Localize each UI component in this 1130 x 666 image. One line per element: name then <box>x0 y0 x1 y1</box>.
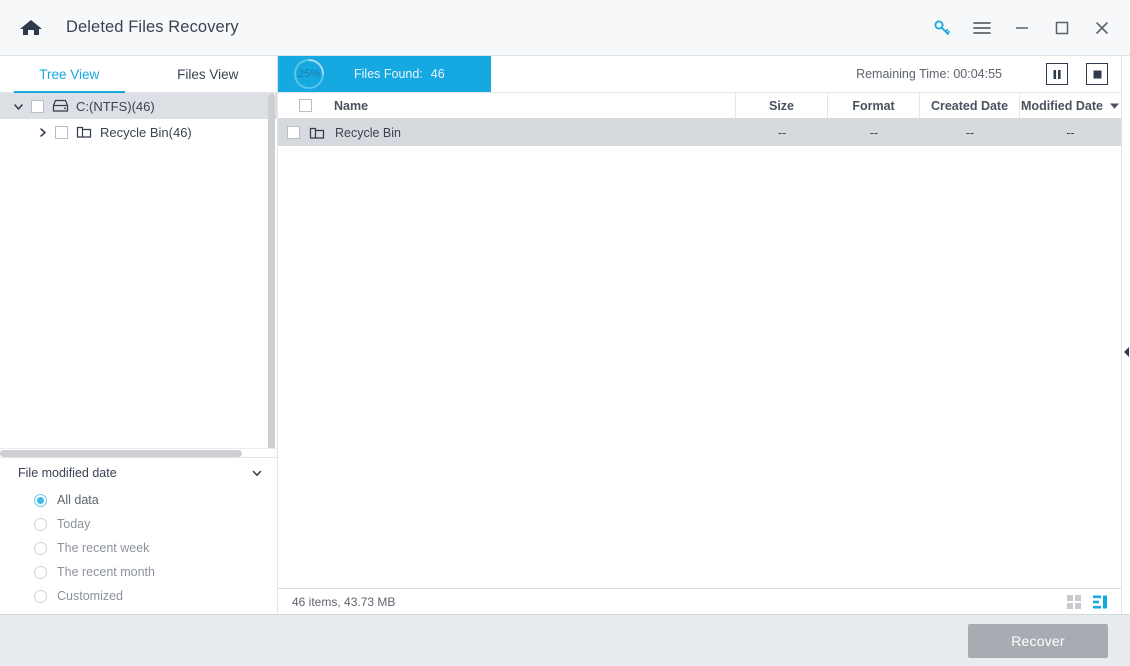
radio-customized[interactable] <box>34 589 47 603</box>
chevron-right-icon[interactable] <box>34 124 50 140</box>
tab-files-view-label: Files View <box>177 66 239 82</box>
filter-option-recent-month-label: The recent month <box>57 565 155 579</box>
column-header-created-date[interactable]: Created Date <box>920 93 1020 118</box>
filter-title: File modified date <box>18 466 117 480</box>
column-header-size-label: Size <box>768 98 794 113</box>
filter-option-recent-week-label: The recent week <box>57 541 150 555</box>
status-summary: 46 items, 43.73 MB <box>292 594 396 609</box>
page-title: Deleted Files Recovery <box>66 18 239 36</box>
tab-tree-view-label: Tree View <box>39 66 100 82</box>
main-pane: 25% Files Found: 46 Remaining Time: 00:04… <box>278 56 1121 614</box>
column-header-name-label: Name <box>334 98 369 113</box>
column-header-modified-date[interactable]: Modified Date <box>1020 93 1121 118</box>
tree-scroll-area[interactable]: C:(NTFS)(46) Recycle Bin(46) <box>0 93 277 448</box>
chevron-down-icon[interactable] <box>251 467 263 479</box>
cell-format: -- <box>869 125 879 140</box>
tree-item-drive-checkbox[interactable] <box>31 99 44 113</box>
scan-status-bar: 25% Files Found: 46 Remaining Time: 00:04… <box>278 56 1121 93</box>
maximize-icon[interactable] <box>1042 8 1082 48</box>
progress-ring: 25% <box>290 55 328 93</box>
filter-option-today[interactable]: Today <box>0 512 277 536</box>
radio-all-data[interactable] <box>34 493 47 507</box>
cell-created-date: -- <box>965 125 975 140</box>
file-modified-date-filter: File modified date All data Today The re… <box>0 457 277 614</box>
body-region: Tree View Files View C:(NTFS)(46) Recycl… <box>0 56 1130 614</box>
sidebar-vertical-scrollbar-thumb[interactable] <box>268 93 275 448</box>
remaining-time-label: Remaining Time: 00:04:55 <box>856 67 1002 81</box>
tree-item-recycle-bin-checkbox[interactable] <box>55 125 68 139</box>
sort-descending-arrow-icon[interactable] <box>1109 102 1120 110</box>
footer: Recover <box>0 614 1130 666</box>
list-view-icon[interactable] <box>1087 592 1113 612</box>
title-bar: Deleted Files Recovery <box>0 0 1130 56</box>
pause-icon[interactable] <box>1046 63 1068 85</box>
file-list[interactable]: Recycle Bin -- -- -- -- <box>278 119 1121 588</box>
sidebar-tabs: Tree View Files View <box>0 56 277 93</box>
row-checkbox[interactable] <box>278 126 308 139</box>
hamburger-menu-icon[interactable] <box>962 8 1002 48</box>
recover-button[interactable]: Recover <box>968 623 1108 658</box>
radio-today[interactable] <box>34 517 47 531</box>
drive-icon <box>51 97 69 115</box>
select-all-checkbox[interactable] <box>290 99 320 112</box>
grid-view-icon[interactable] <box>1061 592 1087 612</box>
cell-modified-date: -- <box>1066 125 1075 140</box>
status-bar: 46 items, 43.73 MB <box>278 588 1121 614</box>
tree-item-drive[interactable]: C:(NTFS)(46) <box>0 93 277 119</box>
chevron-down-icon[interactable] <box>10 98 26 114</box>
minimize-icon[interactable] <box>1002 8 1042 48</box>
tree-item-recycle-bin-label: Recycle Bin(46) <box>100 124 192 140</box>
filter-option-all-data[interactable]: All data <box>0 488 277 512</box>
scan-controls: Remaining Time: 00:04:55 <box>491 56 1121 92</box>
tree-item-recycle-bin[interactable]: Recycle Bin(46) <box>0 119 277 145</box>
column-header-created-date-label: Created Date <box>930 98 1009 113</box>
tree-list: C:(NTFS)(46) Recycle Bin(46) <box>0 93 277 145</box>
files-found-count: 46 <box>430 67 445 81</box>
table-header: Name Size Format Created Date Modified D… <box>278 93 1121 119</box>
sidebar-horizontal-scrollbar-thumb[interactable] <box>0 450 242 457</box>
close-icon[interactable] <box>1082 8 1122 48</box>
filter-option-recent-week[interactable]: The recent week <box>0 536 277 560</box>
scan-progress-fill: 25% Files Found: 46 <box>278 56 491 92</box>
tab-tree-view[interactable]: Tree View <box>0 56 139 93</box>
table-row[interactable]: Recycle Bin -- -- -- -- <box>278 119 1121 146</box>
files-found-status: Files Found: 46 <box>354 67 445 81</box>
folder-icon <box>308 124 326 142</box>
stop-icon[interactable] <box>1086 63 1108 85</box>
application-window: Deleted Files Recovery Tree View Files V… <box>0 0 1130 666</box>
home-icon[interactable] <box>18 15 44 41</box>
files-found-label: Files Found: <box>354 67 423 81</box>
column-header-format[interactable]: Format <box>828 93 920 118</box>
progress-percent-label: 25% <box>297 68 321 80</box>
radio-recent-month[interactable] <box>34 565 47 579</box>
filter-option-customized[interactable]: Customized <box>0 584 277 608</box>
filter-header[interactable]: File modified date <box>0 458 277 488</box>
right-edge-strip <box>1121 56 1130 614</box>
column-header-format-label: Format <box>852 98 895 113</box>
sidebar-horizontal-scrollbar[interactable] <box>0 448 277 457</box>
column-header-name[interactable]: Name <box>278 93 736 118</box>
column-header-modified-date-label: Modified Date <box>1021 98 1103 113</box>
column-header-size[interactable]: Size <box>736 93 828 118</box>
cell-size: -- <box>777 125 787 140</box>
view-toggle-group <box>1061 592 1113 612</box>
collapse-left-arrow-icon[interactable] <box>1122 345 1130 359</box>
radio-recent-week[interactable] <box>34 541 47 555</box>
sidebar: Tree View Files View C:(NTFS)(46) Recycl… <box>0 56 278 614</box>
sidebar-vertical-scrollbar[interactable] <box>268 93 275 448</box>
filter-option-recent-month[interactable]: The recent month <box>0 560 277 584</box>
filter-option-all-data-label: All data <box>57 493 99 507</box>
tab-files-view[interactable]: Files View <box>139 56 278 92</box>
filter-option-today-label: Today <box>57 517 91 531</box>
key-icon[interactable] <box>922 8 962 48</box>
tree-item-drive-label: C:(NTFS)(46) <box>76 98 155 114</box>
filter-option-customized-label: Customized <box>57 589 123 603</box>
cell-name-label: Recycle Bin <box>335 125 401 140</box>
cell-name: Recycle Bin <box>278 119 736 146</box>
folder-icon <box>75 123 93 141</box>
